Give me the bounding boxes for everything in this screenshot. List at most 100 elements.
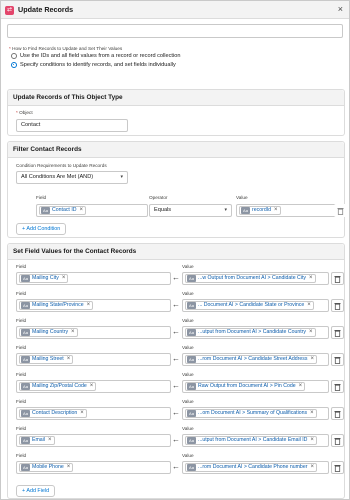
remove-icon[interactable]: × [309,329,313,336]
field-label: Field [16,426,27,431]
arrow-left-icon: ← [172,327,180,336]
text-resource-icon: Aa [41,207,50,214]
field-input[interactable]: Aa Contact Description × [16,407,171,420]
radio-use-ids[interactable] [11,53,17,59]
text-resource-icon: Aa [21,356,30,363]
update-records-panel: ⇄ Update Records × * How to Find Records… [0,0,350,500]
trash-icon[interactable] [331,326,344,339]
remove-icon[interactable]: × [310,410,314,417]
value-label: Value [182,372,194,377]
object-input[interactable]: Contact [16,119,128,132]
trash-icon[interactable] [331,407,344,420]
text-resource-icon: Aa [241,207,250,214]
arrow-left-icon: ← [172,381,180,390]
description-textarea[interactable] [7,24,343,38]
remove-icon[interactable]: × [310,464,314,471]
trash-icon[interactable] [331,461,344,474]
trash-icon[interactable] [331,272,344,285]
resource-pill: Aa Email × [19,436,55,445]
text-resource-icon: Aa [21,275,30,282]
value-label: Value [182,291,194,296]
radio-specify-conditions[interactable] [11,62,17,68]
value-input[interactable]: Aa Raw Output from Document AI > Pin Cod… [182,380,329,393]
trash-icon[interactable] [331,299,344,312]
resource-pill: Aa ...rom Document AI > Candidate Phone … [185,463,317,472]
remove-icon[interactable]: × [299,383,303,390]
field-input[interactable]: Aa Email × [16,434,171,447]
value-input[interactable]: Aa ...utput from Document AI > Candidate… [182,434,329,447]
field-input[interactable]: Aa Mailing Zip/Postal Code × [16,380,171,393]
value-input[interactable]: Aa ... Document AI > Candidate State or … [182,299,329,312]
field-label: Field [16,372,27,377]
field-input[interactable]: Aa Mailing Country × [16,326,171,339]
condition-value-input[interactable]: Aa recordId × [236,204,338,217]
trash-icon[interactable] [331,353,344,366]
condition-requirements-select[interactable]: All Conditions Are Met (AND) ▾ [16,171,128,184]
panel-title: Update Records [18,5,74,14]
resource-pill: Aa Mailing City × [19,274,69,283]
value-input[interactable]: Aa ...rom Document AI > Candidate Street… [182,353,329,366]
trash-icon[interactable] [331,380,344,393]
field-input[interactable]: Aa Mobile Phone × [16,461,171,474]
arrow-left-icon: ← [172,462,180,471]
field-input[interactable]: Aa Mailing State/Province × [16,299,171,312]
resource-pill: Aa Raw Output from Document AI > Pin Cod… [185,382,306,391]
remove-icon[interactable]: × [310,356,314,363]
remove-icon[interactable]: × [80,410,84,417]
text-resource-icon: Aa [187,464,196,471]
value-input[interactable]: Aa ...om Document AI > Summary of Qualif… [182,407,329,420]
field-label: Field [16,318,27,323]
value-header: Value [236,195,248,200]
field-values-section: Set Field Values for the Contact Records… [7,243,345,499]
radio-use-ids-label: Use the IDs and all field values from a … [20,53,181,59]
text-resource-icon: Aa [187,410,196,417]
arrow-left-icon: ← [172,354,180,363]
how-to-label: * How to Find Records to Update and Set … [9,46,123,51]
resource-pill: Aa Contact Description × [19,409,87,418]
filter-section-title: Filter Contact Records [13,146,82,153]
chevron-down-icon: ▾ [224,207,227,213]
field-input[interactable]: Aa Mailing Street × [16,353,171,366]
field-label: Field [16,399,27,404]
remove-icon[interactable]: × [62,275,66,282]
arrow-left-icon: ← [172,273,180,282]
operator-header: Operator [149,195,168,200]
remove-icon[interactable]: × [274,207,278,214]
text-resource-icon: Aa [187,275,196,282]
field-label: Field [16,291,27,296]
arrow-left-icon: ← [172,435,180,444]
remove-icon[interactable]: × [87,302,91,309]
text-resource-icon: Aa [21,437,30,444]
remove-icon[interactable]: × [90,383,94,390]
remove-icon[interactable]: × [309,275,313,282]
condition-field-input[interactable]: Aa Contact ID × [36,204,148,217]
remove-icon[interactable]: × [80,207,84,214]
field-label: Field [16,453,27,458]
value-label: Value [182,399,194,404]
resource-pill: Aa ...om Document AI > Summary of Qualif… [185,409,317,418]
text-resource-icon: Aa [187,329,196,336]
add-condition-button[interactable]: + Add Condition [16,223,67,235]
add-field-button[interactable]: + Add Field [16,485,56,497]
close-icon[interactable]: × [338,4,343,14]
value-label: Value [182,318,194,323]
operator-select[interactable]: Equals ▾ [149,204,232,217]
remove-icon[interactable]: × [67,356,71,363]
field-input[interactable]: Aa Mailing City × [16,272,171,285]
text-resource-icon: Aa [21,464,30,471]
value-input[interactable]: Aa ...rom Document AI > Candidate Phone … [182,461,329,474]
field-label: Field [16,345,27,350]
trash-icon[interactable] [331,434,344,447]
remove-icon[interactable]: × [307,302,311,309]
value-label: Value [182,453,194,458]
resource-pill: Aa Mailing Street × [19,355,74,364]
value-input[interactable]: Aa ...w Output from Document AI > Candid… [182,272,329,285]
remove-icon[interactable]: × [310,437,314,444]
resource-pill: Aa Mailing Zip/Postal Code × [19,382,97,391]
remove-icon[interactable]: × [67,464,71,471]
value-input[interactable]: Aa ...utput from Document AI > Candidate… [182,326,329,339]
remove-icon[interactable]: × [71,329,75,336]
text-resource-icon: Aa [21,302,30,309]
trash-icon[interactable] [334,204,347,217]
remove-icon[interactable]: × [48,437,52,444]
